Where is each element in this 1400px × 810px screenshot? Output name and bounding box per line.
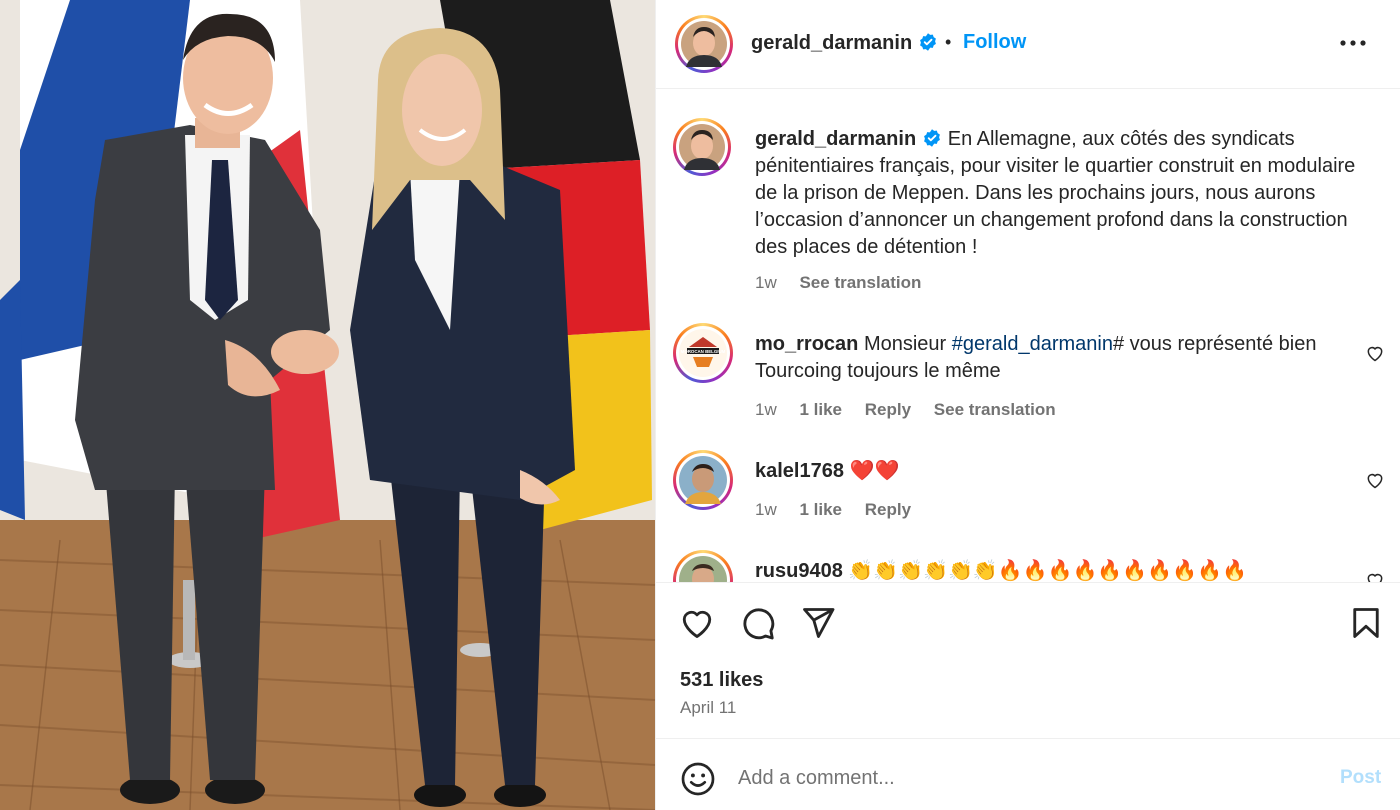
bookmark-icon[interactable]: [1348, 605, 1384, 641]
post-comment-button[interactable]: Post: [1340, 767, 1381, 789]
comment-username[interactable]: rusu9408: [755, 560, 843, 582]
caption-see-translation[interactable]: See translation: [799, 273, 921, 292]
comment-see-translation[interactable]: See translation: [934, 400, 1056, 419]
header-separator: •: [945, 32, 952, 52]
comment-avatar[interactable]: [673, 550, 733, 582]
post-date: April 11: [680, 698, 737, 717]
add-comment-bar: Post: [656, 738, 1400, 810]
comment-username[interactable]: mo_rrocan: [755, 333, 858, 355]
comment-text: rusu9408 👏👏👏👏👏👏🔥🔥🔥🔥🔥🔥🔥🔥🔥🔥: [755, 558, 1375, 582]
comment-time: 1w: [755, 400, 777, 419]
author-username[interactable]: gerald_darmanin: [751, 32, 938, 55]
caption-meta: 1w See translation: [755, 273, 939, 293]
caption-username[interactable]: gerald_darmanin: [755, 128, 916, 150]
author-username-text[interactable]: gerald_darmanin: [751, 32, 912, 54]
verified-badge-icon: [920, 33, 937, 51]
comment-avatar[interactable]: MOROCAN BELGIUM: [673, 323, 733, 383]
comment-like-icon[interactable]: [1365, 343, 1385, 363]
comment-meta: 1w 1 like Reply: [755, 500, 929, 520]
comment-text: mo_rrocan Monsieur #gerald_darmanin# vou…: [755, 331, 1355, 385]
comment-time: 1w: [755, 500, 777, 519]
comment-text: kalel1768 ❤️❤️: [755, 458, 1355, 485]
likes-count[interactable]: 531 likes: [680, 669, 763, 692]
avatar-logo-text: MOROCAN BELGIUM: [681, 349, 726, 354]
follow-button[interactable]: Follow: [963, 31, 1026, 54]
comment-reply-button[interactable]: Reply: [865, 500, 911, 519]
comments-list[interactable]: gerald_darmanin En Allemagne, aux côtés …: [656, 90, 1400, 582]
comment-icon[interactable]: [740, 605, 776, 641]
caption-avatar[interactable]: [673, 118, 731, 176]
post-image: [0, 0, 655, 810]
comment-likes[interactable]: 1 like: [799, 500, 842, 519]
comment-like-icon[interactable]: [1365, 470, 1385, 490]
post-caption: gerald_darmanin En Allemagne, aux côtés …: [755, 126, 1375, 261]
comment-hashtag-link[interactable]: #gerald_darmanin: [952, 333, 1113, 355]
verified-badge-icon: [924, 129, 941, 147]
add-comment-input[interactable]: [738, 763, 1298, 793]
author-avatar[interactable]: [675, 15, 733, 73]
comment-emoji-text: 👏👏👏👏👏👏🔥🔥🔥🔥🔥🔥🔥🔥🔥🔥: [848, 560, 1247, 582]
post-header: gerald_darmanin • Follow: [656, 0, 1400, 89]
comment-avatar-logo: MOROCAN BELGIUM: [679, 329, 727, 377]
comment-reply-button[interactable]: Reply: [865, 400, 911, 419]
comment-emoji-text: ❤️❤️: [849, 460, 900, 482]
more-options-icon[interactable]: [1336, 28, 1370, 58]
share-icon[interactable]: [800, 605, 836, 641]
caption-avatar-photo: [679, 124, 725, 170]
comment-meta: 1w 1 like Reply See translation: [755, 400, 1074, 420]
comment-likes[interactable]: 1 like: [799, 400, 842, 419]
comment-avatar[interactable]: [673, 450, 733, 510]
comment-like-icon[interactable]: [1365, 570, 1385, 582]
post-photo[interactable]: [0, 0, 655, 810]
heart-icon[interactable]: [679, 605, 715, 641]
comment-username[interactable]: kalel1768: [755, 460, 844, 482]
comment-text-part: Monsieur: [863, 333, 952, 355]
post-sidebar: gerald_darmanin • Follow gerald_darmanin…: [655, 0, 1400, 810]
caption-time: 1w: [755, 273, 777, 292]
author-avatar-photo: [681, 21, 727, 67]
post-actions: 531 likes April 11: [656, 582, 1400, 738]
emoji-icon[interactable]: [680, 761, 716, 797]
comment-avatar-photo: [679, 556, 727, 582]
comment-avatar-photo: [679, 456, 727, 504]
